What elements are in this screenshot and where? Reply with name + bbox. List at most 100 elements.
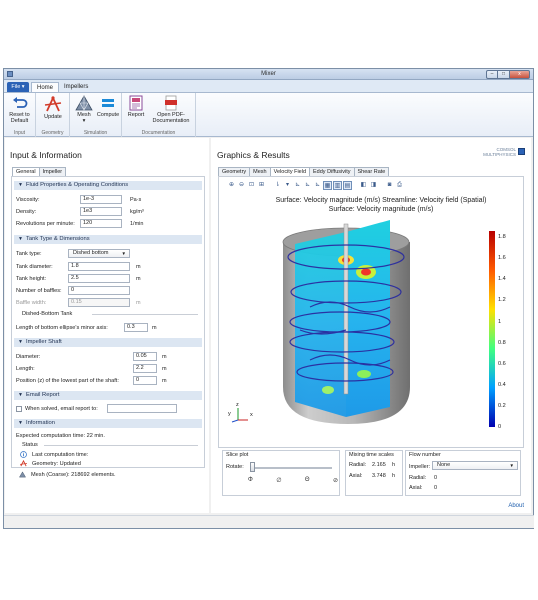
view-zx-icon[interactable]: ⊾ (313, 181, 322, 190)
maximize-button[interactable]: □ (498, 70, 510, 79)
density-label: Density: (16, 209, 37, 215)
tab-eddy-diffusivity[interactable]: Eddy Diffusivity (309, 167, 355, 176)
tank-type-label: Tank type: (16, 251, 42, 257)
minor-axis-field[interactable]: 0.3 (124, 323, 148, 332)
rotate-slider-thumb[interactable] (250, 462, 255, 472)
ribbon-group-simulation: Mesh ▾ Compute Simulation (70, 93, 122, 137)
colorbar-tick: 0.2 (498, 403, 506, 409)
report-label: Report (127, 112, 145, 118)
tank-diameter-unit: m (136, 264, 141, 270)
expected-time-text: Expected computation time: 22 min. (16, 433, 105, 439)
email-field[interactable] (107, 404, 177, 413)
rpm-field[interactable]: 120 (80, 219, 122, 228)
rotate-tick-icon: ∅ (276, 478, 282, 484)
email-report-checkbox[interactable] (16, 406, 22, 412)
baffles-field[interactable]: 0 (68, 286, 130, 295)
mesh-button[interactable]: Mesh ▾ (72, 95, 96, 124)
mesh-dropdown-icon[interactable]: ▾ (83, 118, 86, 124)
zoom-extents-icon[interactable]: ⊞ (257, 181, 266, 190)
shaft-length-field[interactable]: 2.2 (133, 364, 157, 373)
rotate-slider-track[interactable] (252, 467, 332, 469)
view-axis-icon[interactable]: ⇂ (273, 181, 282, 190)
tab-mesh[interactable]: Mesh (249, 167, 271, 176)
pdf-icon (165, 95, 177, 111)
ribbon-group-geometry: Update Geometry (36, 93, 70, 137)
tank-diameter-label: Tank diameter: (16, 264, 53, 270)
geometry-status-icon (20, 460, 27, 467)
compute-button[interactable]: Compute (96, 95, 120, 118)
section-information[interactable]: ▼ Information (14, 419, 202, 428)
tank-type-select[interactable]: Dished bottom ▼ (68, 249, 130, 258)
close-button[interactable]: x (510, 70, 530, 79)
status-divider (44, 445, 198, 446)
tab-impeller[interactable]: Impeller (38, 167, 67, 176)
tank-diameter-field[interactable]: 1.8 (68, 262, 130, 271)
geometry-status-text: Geometry: Updated (32, 461, 81, 467)
tab-velocity-field[interactable]: Velocity Field (269, 167, 311, 176)
grid-toggle-icon[interactable]: ▦ (323, 180, 332, 190)
tank-height-field[interactable]: 2.5 (68, 274, 130, 283)
tank-velocity-render[interactable] (250, 212, 500, 437)
tab-home[interactable]: Home (31, 82, 60, 92)
shaft-length-label: Length: (16, 366, 35, 372)
tab-geometry[interactable]: Geometry (218, 167, 251, 176)
rpm-unit: 1/min (130, 221, 144, 227)
window-title: Mixer (261, 71, 276, 77)
scene-light-icon[interactable]: ◧ (359, 181, 368, 190)
wireframe-toggle-icon[interactable]: ▤ (343, 180, 352, 190)
shaft-position-label: Position (z) of the lowest part of the s… (16, 378, 119, 384)
view-yz-icon[interactable]: ⊾ (303, 181, 312, 190)
minimize-button[interactable]: – (486, 70, 498, 79)
title-bar: Mixer – □ x (4, 69, 533, 80)
section-impeller-shaft[interactable]: ▼ Impeller Shaft (14, 338, 202, 347)
section-tank-type[interactable]: ▼ Tank Type & Dimensions (14, 235, 202, 244)
section-fluid-properties[interactable]: ▼ Fluid Properties & Operating Conditions (14, 181, 202, 190)
baffle-width-label: Baffle width: (16, 300, 47, 306)
viscosity-field[interactable]: 1e-3 (80, 195, 122, 204)
flow-impeller-value: None (437, 462, 451, 468)
about-link[interactable]: About (508, 503, 524, 509)
view-xy-icon[interactable]: ⊾ (293, 181, 302, 190)
group-label-geometry: Geometry (41, 130, 64, 136)
collapse-triangle-icon: ▼ (18, 182, 23, 188)
mesh-status-icon (19, 471, 26, 478)
tab-general[interactable]: General (12, 167, 40, 176)
ribbon-group-input: Reset to Default Input (4, 93, 36, 137)
report-button[interactable]: Report (124, 95, 148, 118)
transparency-toggle-icon[interactable]: ▥ (333, 180, 342, 190)
update-geometry-button[interactable]: Update (40, 95, 66, 120)
comsol-logo: COMSOL MULTIPHYSICS (466, 147, 516, 157)
colorbar-tick: 1.2 (498, 297, 506, 303)
rotate-tick-icon: Θ (304, 477, 310, 483)
mixing-axial-unit: h (392, 473, 396, 479)
density-field[interactable]: 1e3 (80, 207, 122, 216)
zoom-out-icon[interactable]: ⊖ (237, 181, 246, 190)
camera-snapshot-icon[interactable]: ◙ (385, 181, 394, 190)
flow-impeller-select[interactable]: None ▼ (432, 461, 518, 470)
collapse-triangle-icon: ▼ (18, 236, 23, 242)
equals-compute-icon (102, 99, 114, 107)
tab-shear-rate[interactable]: Shear Rate (353, 167, 390, 176)
viscosity-unit: Pa·s (130, 197, 142, 203)
collapse-triangle-icon: ▼ (18, 339, 23, 345)
zoom-box-icon[interactable]: ⊡ (247, 181, 256, 190)
zoom-in-icon[interactable]: ⊕ (227, 181, 236, 190)
colorbar-tick: 0.8 (498, 340, 506, 346)
tab-impellers[interactable]: Impellers (59, 82, 93, 92)
file-menu-button[interactable]: File ▾ (7, 82, 29, 92)
reset-to-default-button[interactable]: Reset to Default (6, 95, 33, 124)
section-shaft-label: Impeller Shaft (25, 339, 62, 345)
view-dropdown-icon[interactable]: ▾ (283, 181, 292, 190)
group-label-documentation: Documentation (141, 130, 176, 136)
headlight-icon[interactable]: ◨ (369, 181, 378, 190)
geometry-update-icon (44, 95, 62, 112)
colorbar-tick: 0.6 (498, 361, 506, 367)
mixing-axial-label: Axial: (349, 473, 363, 479)
shaft-position-field[interactable]: 0 (133, 376, 157, 385)
print-icon[interactable]: ⎙ (395, 181, 404, 190)
shaft-diameter-field[interactable]: 0.05 (133, 352, 157, 361)
open-pdf-documentation-button[interactable]: Open PDF- Documentation (148, 95, 194, 124)
flow-axial-label: Axial: (409, 485, 423, 491)
section-email-report[interactable]: ▼ Email Report (14, 391, 202, 400)
colorbar-tick: 1.8 (498, 234, 506, 240)
